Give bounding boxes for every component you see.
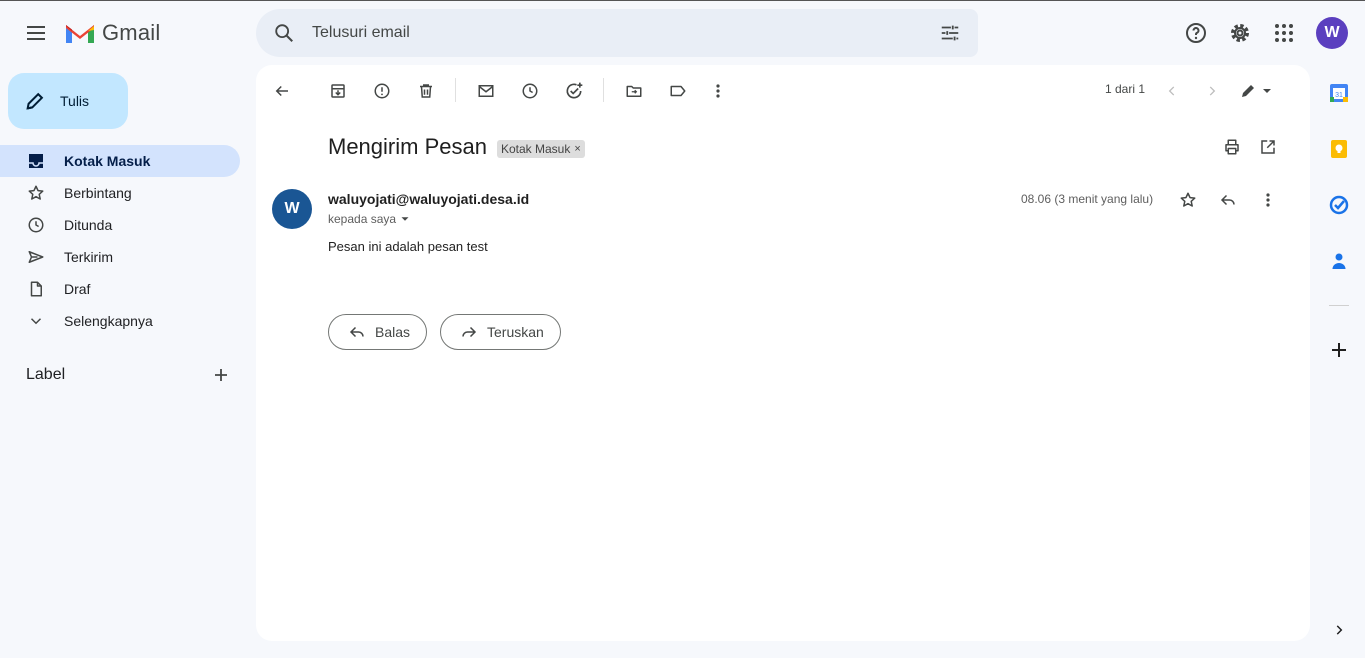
- pagination-text: 1 dari 1: [1105, 82, 1146, 96]
- more-vert-icon[interactable]: [704, 77, 732, 105]
- sidebar-nav: Kotak Masuk Berbintang Ditunda Terkirim …: [0, 145, 240, 337]
- tasks-app-icon[interactable]: [1325, 191, 1353, 219]
- sidebar-item-more[interactable]: Selengkapnya: [0, 305, 240, 337]
- menu-icon: [27, 26, 45, 40]
- search-options-icon[interactable]: [938, 21, 962, 45]
- send-icon: [26, 247, 46, 267]
- help-icon[interactable]: [1176, 13, 1216, 53]
- reply-button-label: Balas: [375, 324, 411, 340]
- pencil-icon: [26, 92, 44, 110]
- compose-label: Tulis: [60, 93, 90, 109]
- clock-icon: [26, 215, 46, 235]
- chevron-left-icon[interactable]: [1158, 77, 1186, 105]
- email-timestamp: 08.06 (3 menit yang lalu): [1021, 192, 1154, 206]
- account-avatar[interactable]: W: [1316, 17, 1348, 49]
- forward-arrow-icon: [459, 322, 479, 342]
- labels-section-header: Label: [26, 362, 240, 388]
- label-tag-icon[interactable]: [664, 77, 692, 105]
- print-icon[interactable]: [1218, 133, 1246, 161]
- sidebar-item-snoozed[interactable]: Ditunda: [0, 209, 240, 241]
- sidebar-item-sent[interactable]: Terkirim: [0, 241, 240, 273]
- sender-avatar[interactable]: W: [272, 189, 312, 229]
- sidebar-item-starred[interactable]: Berbintang: [0, 177, 240, 209]
- open-new-window-icon[interactable]: [1254, 133, 1282, 161]
- message-more-vert-icon[interactable]: [1254, 186, 1282, 214]
- back-arrow-icon[interactable]: [268, 77, 296, 105]
- forward-button-label: Teruskan: [487, 324, 544, 340]
- recipient-text: kepada saya: [328, 212, 397, 226]
- reply-button[interactable]: Balas: [328, 314, 428, 350]
- add-task-icon[interactable]: [560, 77, 588, 105]
- labels-title: Label: [26, 366, 66, 383]
- star-icon: [26, 183, 46, 203]
- chevron-right-icon[interactable]: [1198, 77, 1226, 105]
- reply-arrow-icon: [347, 322, 367, 342]
- remove-label-icon[interactable]: ×: [574, 143, 580, 155]
- draft-icon: [26, 279, 46, 299]
- archive-icon[interactable]: [324, 77, 352, 105]
- toolbar-divider: [603, 78, 604, 102]
- gmail-m-icon: [66, 25, 94, 43]
- delete-trash-icon[interactable]: [412, 77, 440, 105]
- add-addon-plus-icon[interactable]: [1325, 336, 1353, 364]
- star-toggle-icon[interactable]: [1174, 186, 1202, 214]
- sidebar-item-label: Ditunda: [64, 217, 113, 233]
- calendar-app-icon[interactable]: 31: [1325, 79, 1353, 107]
- chip-label: Kotak Masuk: [500, 141, 571, 156]
- svg-text:31: 31: [1335, 92, 1343, 99]
- input-tools-pen-icon[interactable]: [1236, 77, 1276, 105]
- sender-email[interactable]: waluyojati@waluyojati.desa.id: [328, 191, 529, 207]
- apps-grid-icon[interactable]: [1264, 13, 1304, 53]
- contacts-app-icon[interactable]: [1325, 247, 1353, 275]
- move-to-folder-icon[interactable]: [620, 77, 648, 105]
- forward-button[interactable]: Teruskan: [440, 314, 561, 350]
- window-top-border: [0, 0, 1365, 1]
- caret-down-icon: [401, 217, 409, 221]
- expand-panel-chevron-icon[interactable]: [1325, 616, 1353, 644]
- report-spam-icon[interactable]: [368, 77, 396, 105]
- snooze-clock-icon[interactable]: [516, 77, 544, 105]
- side-panel-divider: [1329, 305, 1349, 306]
- email-body: Pesan ini adalah pesan test: [328, 239, 488, 254]
- email-subject-row: Mengirim Pesan Kotak Masuk ×: [328, 134, 585, 160]
- sidebar-item-label: Draf: [64, 281, 91, 297]
- main-menu-button[interactable]: [16, 13, 56, 53]
- sidebar-item-label: Terkirim: [64, 249, 113, 265]
- reply-icon[interactable]: [1214, 186, 1242, 214]
- compose-button[interactable]: Tulis: [8, 73, 128, 129]
- app-name: Gmail: [102, 20, 161, 45]
- toolbar-divider: [455, 78, 456, 102]
- gmail-logo[interactable]: Gmail: [64, 20, 160, 46]
- add-label-icon[interactable]: [208, 362, 234, 388]
- mark-unread-mail-icon[interactable]: [472, 77, 500, 105]
- email-view-card: 1 dari 1 Mengirim Pesan Kotak Masuk × W …: [256, 65, 1310, 641]
- sidebar-item-drafts[interactable]: Draf: [0, 273, 240, 305]
- search-icon[interactable]: [256, 9, 312, 57]
- recipient-line[interactable]: kepada saya: [328, 212, 412, 226]
- sidebar-item-label: Berbintang: [64, 185, 132, 201]
- search-bar[interactable]: [256, 9, 978, 57]
- sidebar-item-inbox[interactable]: Kotak Masuk: [0, 145, 240, 177]
- inbox-icon: [26, 151, 46, 171]
- search-input[interactable]: [312, 24, 912, 42]
- settings-gear-icon[interactable]: [1220, 13, 1260, 53]
- keep-app-icon[interactable]: [1325, 135, 1353, 163]
- sidebar-item-label: Kotak Masuk: [64, 153, 151, 169]
- chevron-down-icon: [26, 311, 46, 331]
- inbox-label-chip: Kotak Masuk ×: [496, 139, 585, 158]
- sidebar-item-label: Selengkapnya: [64, 313, 153, 329]
- email-subject: Mengirim Pesan: [328, 134, 487, 159]
